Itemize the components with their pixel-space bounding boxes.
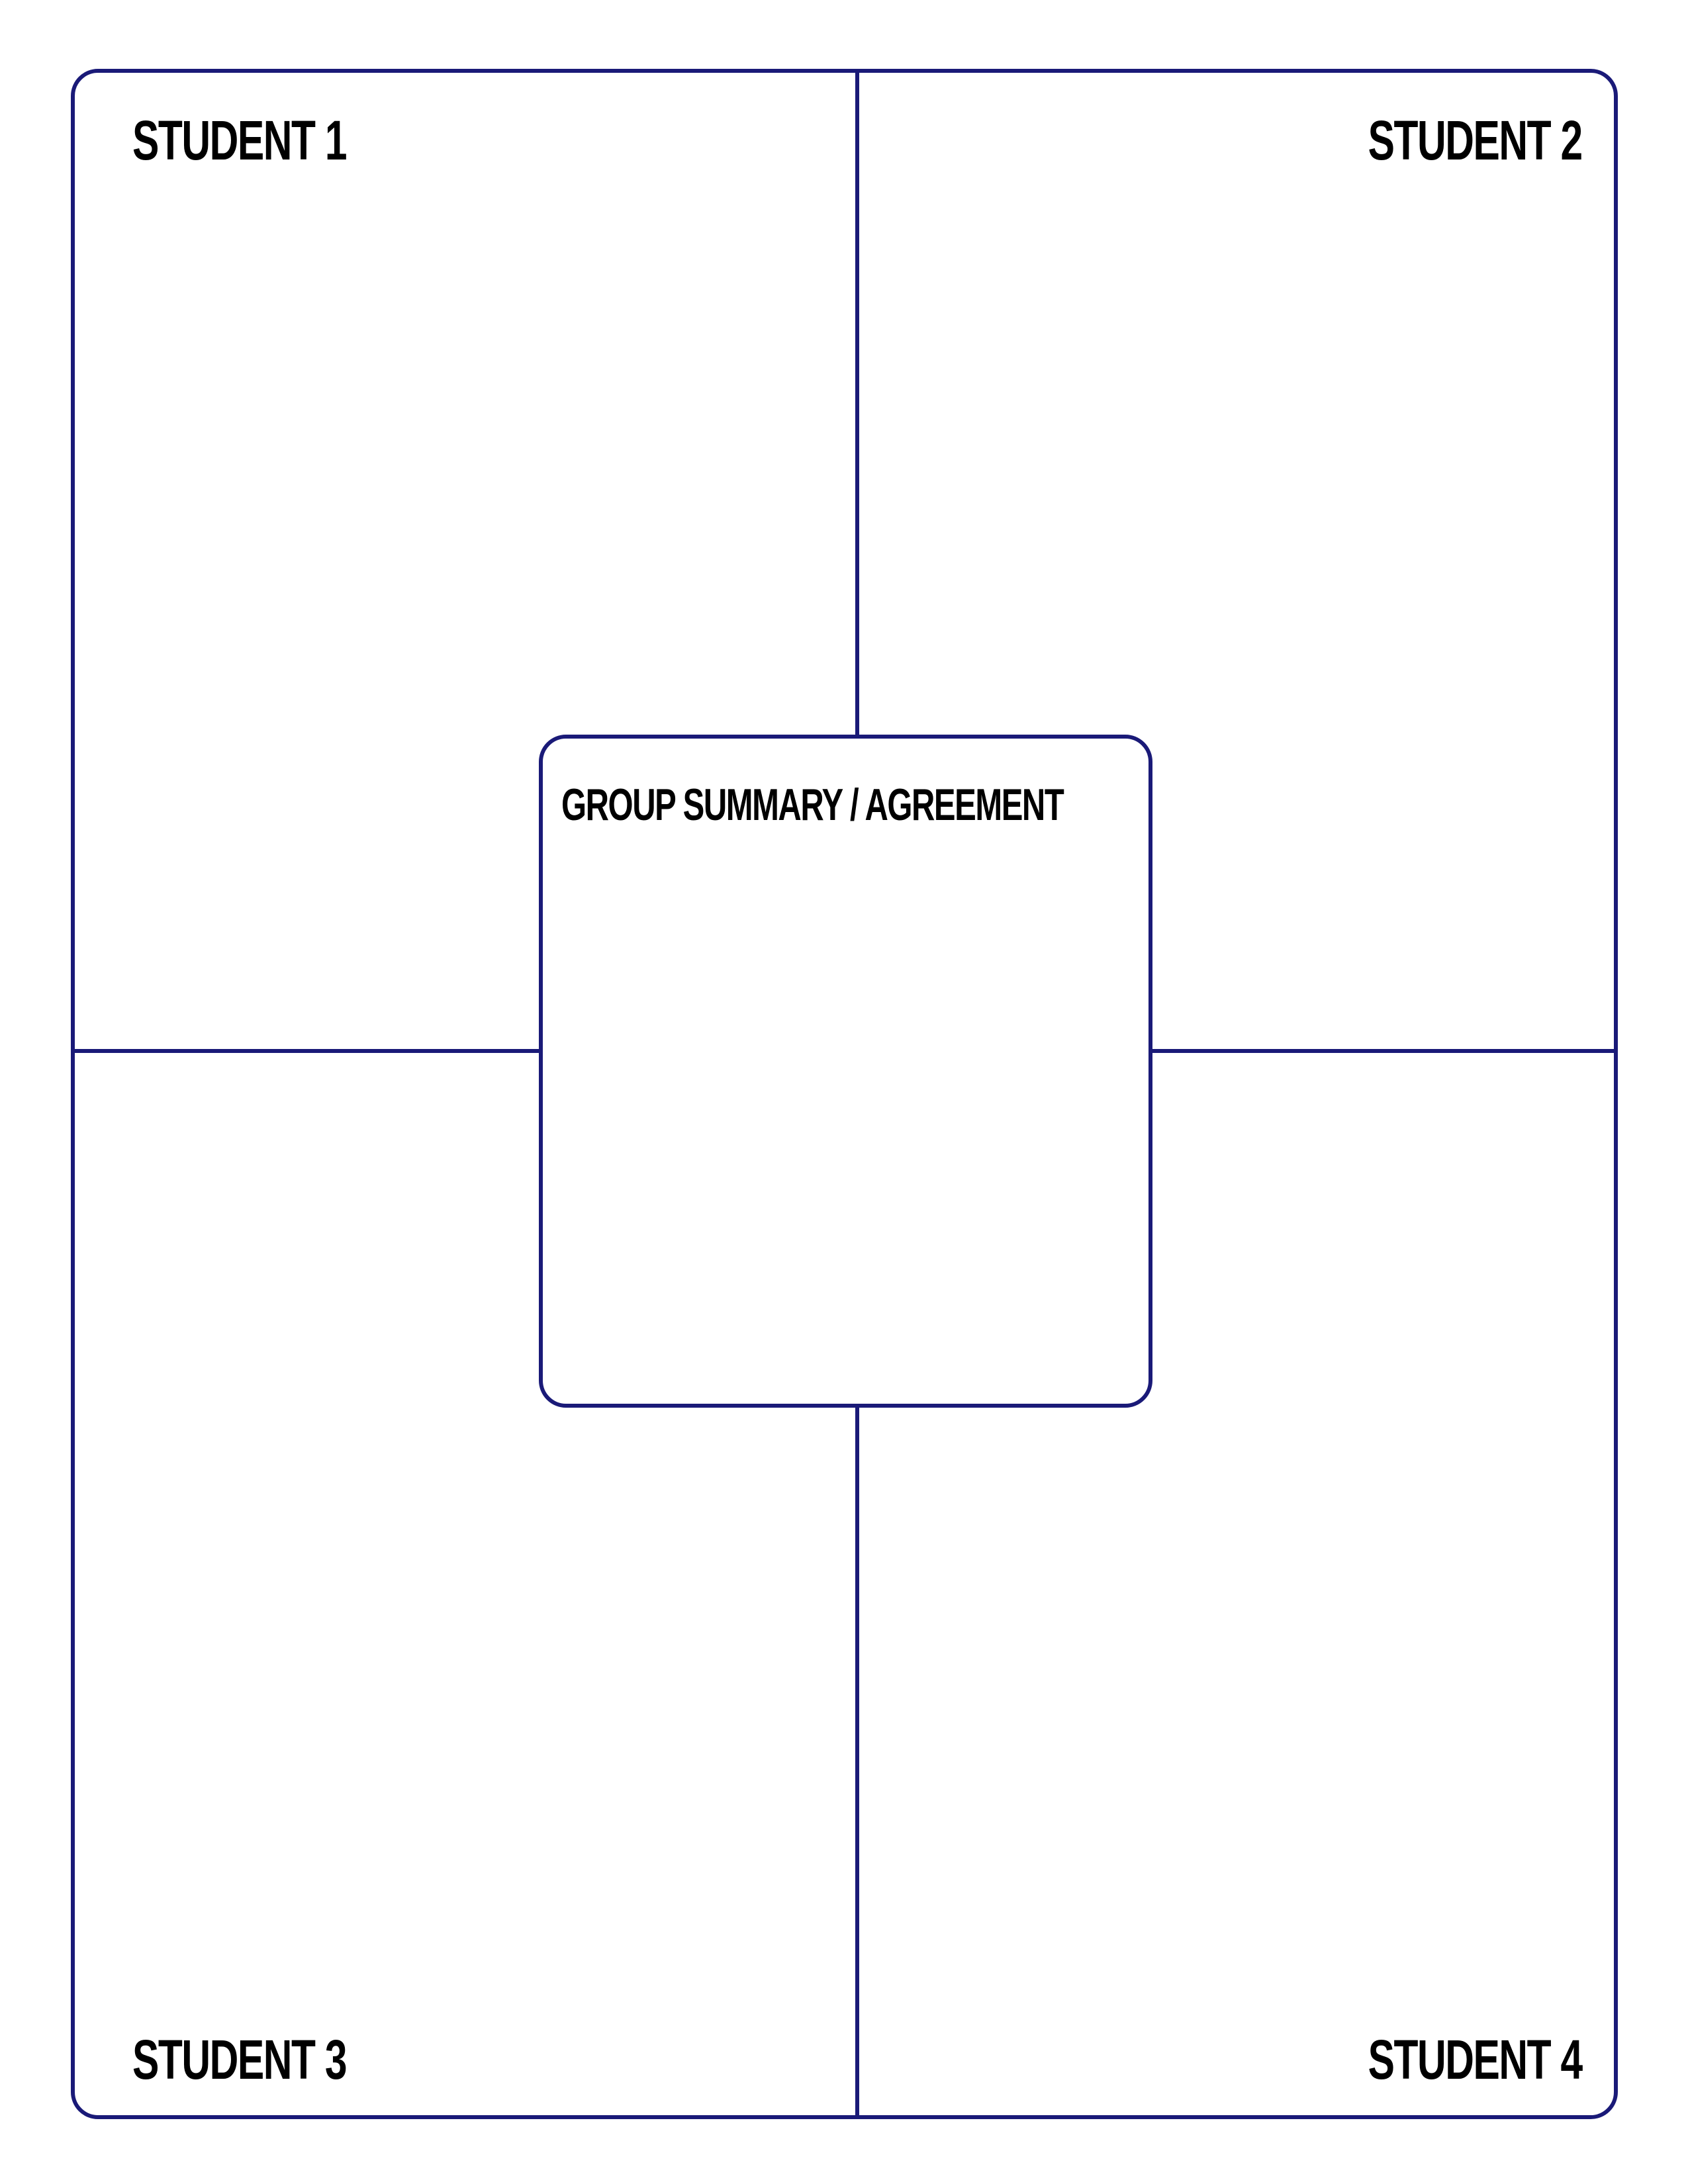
- group-summary-label: GROUP SUMMARY / AGREEMENT: [561, 780, 1064, 830]
- graphic-organizer-page: STUDENT 1 STUDENT 2 STUDENT 3 STUDENT 4 …: [0, 0, 1688, 2184]
- student-4-label: STUDENT 4: [1368, 2028, 1583, 2091]
- group-summary-writing-area[interactable]: [545, 741, 1147, 1402]
- student-2-label: STUDENT 2: [1368, 109, 1583, 171]
- student-3-label: STUDENT 3: [132, 2028, 348, 2091]
- student-1-label: STUDENT 1: [132, 109, 348, 171]
